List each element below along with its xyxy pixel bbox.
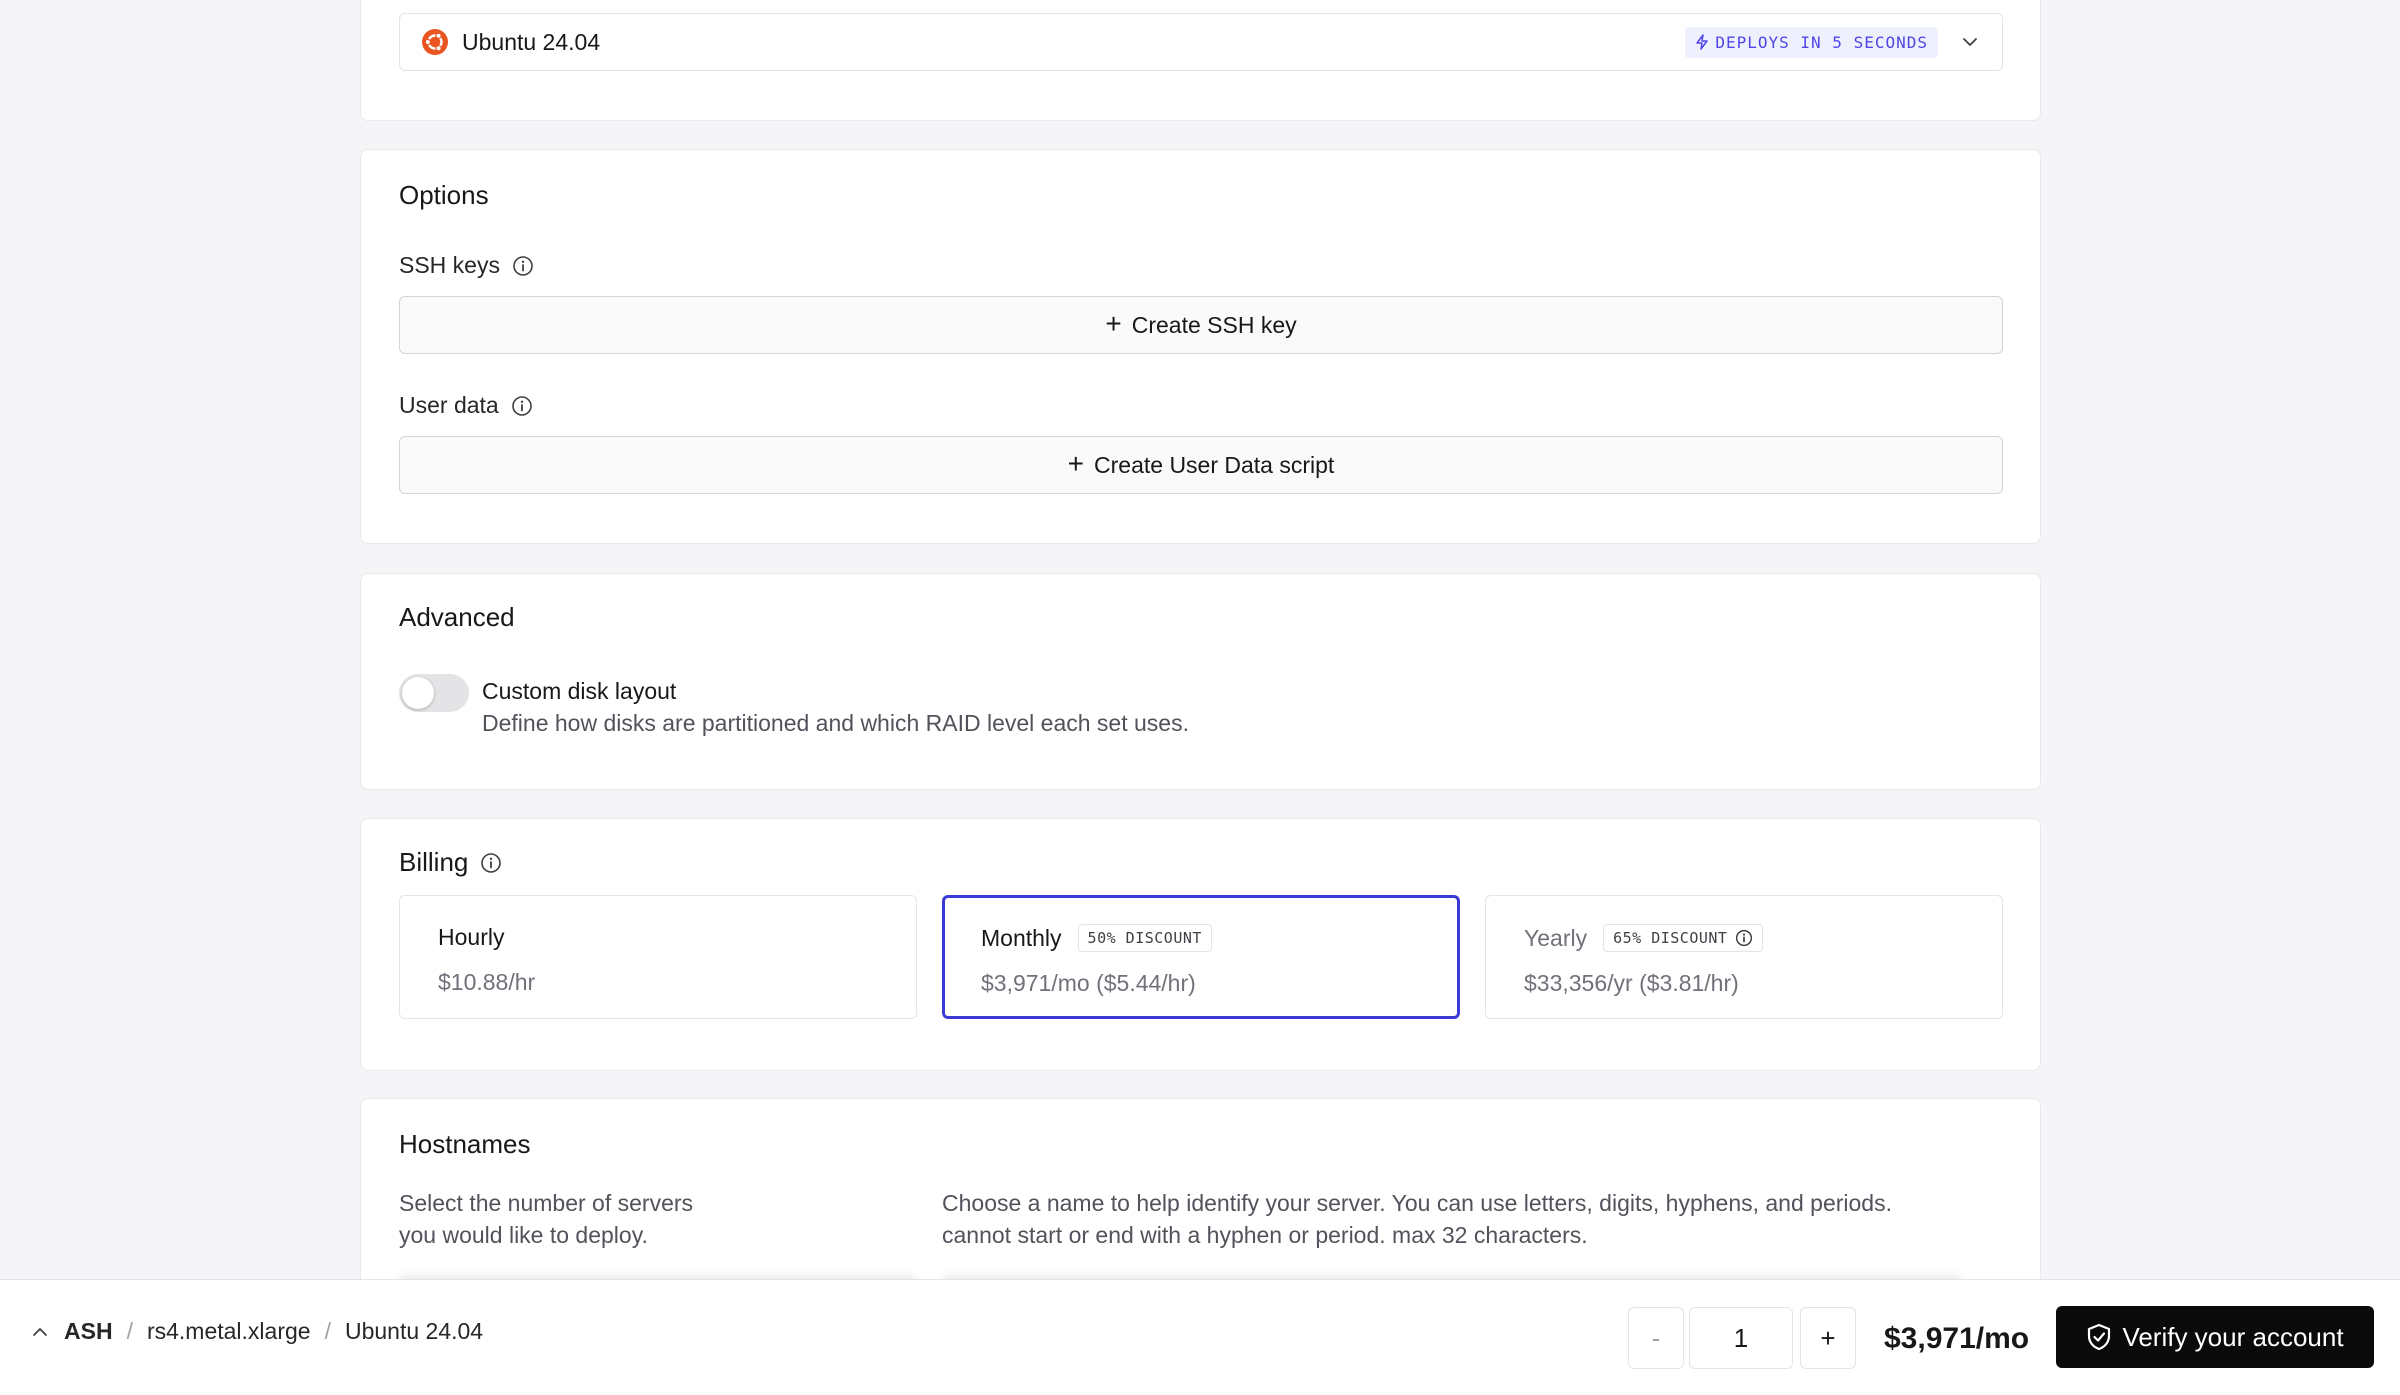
breadcrumb-separator: / bbox=[126, 1318, 133, 1344]
breadcrumb: ASH / rs4.metal.xlarge / Ubuntu 24.04 bbox=[30, 1318, 483, 1345]
info-icon[interactable] bbox=[480, 852, 502, 874]
breadcrumb-os: Ubuntu 24.04 bbox=[344, 1318, 484, 1344]
options-title: Options bbox=[399, 180, 489, 210]
billing-option-yearly[interactable]: Yearly 65% DISCOUNT $33,356/yr ($3.81/hr… bbox=[1485, 895, 2003, 1019]
discount-badge: 50% DISCOUNT bbox=[1077, 924, 1212, 952]
create-ssh-key-button[interactable]: + Create SSH key bbox=[399, 296, 2003, 354]
advanced-card: Advanced Custom disk layout Define how d… bbox=[360, 573, 2041, 790]
billing-title: Billing bbox=[399, 847, 502, 878]
shield-check-icon bbox=[2088, 1323, 2111, 1351]
options-card: Options SSH keys + Create SSH key User d… bbox=[360, 149, 2041, 544]
info-icon[interactable] bbox=[511, 395, 533, 417]
os-card: Ubuntu 24.04 DEPLOYS IN 5 SECONDS bbox=[360, 0, 2041, 121]
billing-option-price: $10.88/hr bbox=[438, 969, 536, 995]
create-user-data-button[interactable]: + Create User Data script bbox=[399, 436, 2003, 494]
billing-option-name: Hourly bbox=[438, 924, 505, 950]
breadcrumb-plan: rs4.metal.xlarge bbox=[146, 1318, 311, 1344]
user-data-label: User data bbox=[399, 392, 533, 419]
breadcrumb-separator: / bbox=[324, 1318, 331, 1344]
billing-card: Billing Hourly $10.88/hr Monthly 50% DIS… bbox=[360, 818, 2041, 1071]
verify-account-button[interactable]: Verify your account bbox=[2056, 1306, 2374, 1368]
billing-option-name: Yearly bbox=[1524, 924, 1588, 951]
billing-option-price: $3,971/mo ($5.44/hr) bbox=[981, 970, 1196, 996]
discount-badge: 65% DISCOUNT bbox=[1603, 924, 1764, 952]
hostname-description: Choose a name to help identify your serv… bbox=[942, 1190, 1892, 1248]
lightning-icon bbox=[1696, 34, 1709, 50]
order-summary-bar: ASH / rs4.metal.xlarge / Ubuntu 24.04 - … bbox=[0, 1279, 2400, 1395]
quantity-increment-button[interactable]: + bbox=[1800, 1307, 1856, 1369]
os-select-value: Ubuntu 24.04 bbox=[462, 28, 601, 55]
custom-disk-layout-label: Custom disk layout bbox=[482, 678, 677, 704]
plus-icon: + bbox=[1067, 447, 1085, 479]
billing-option-hourly[interactable]: Hourly $10.88/hr bbox=[399, 895, 917, 1019]
ssh-keys-label: SSH keys bbox=[399, 252, 534, 279]
billing-option-price: $33,356/yr ($3.81/hr) bbox=[1524, 970, 1739, 996]
deploy-speed-badge: DEPLOYS IN 5 SECONDS bbox=[1685, 26, 1938, 58]
os-select[interactable]: Ubuntu 24.04 DEPLOYS IN 5 SECONDS bbox=[399, 13, 2003, 71]
plus-icon: + bbox=[1105, 307, 1122, 339]
billing-option-name: Monthly bbox=[981, 924, 1062, 951]
toggle-knob bbox=[402, 677, 434, 709]
hostnames-title: Hostnames bbox=[399, 1129, 531, 1159]
advanced-title: Advanced bbox=[399, 602, 515, 632]
chevron-up-icon[interactable] bbox=[30, 1322, 50, 1342]
breadcrumb-region: ASH bbox=[64, 1318, 113, 1344]
quantity-decrement-button[interactable]: - bbox=[1628, 1307, 1684, 1369]
server-count-description: Select the number of servers you would l… bbox=[399, 1190, 694, 1248]
custom-disk-layout-toggle[interactable] bbox=[399, 674, 469, 712]
custom-disk-layout-description: Define how disks are partitioned and whi… bbox=[482, 710, 1189, 736]
chevron-down-icon[interactable] bbox=[1960, 32, 1980, 52]
info-icon[interactable] bbox=[1735, 929, 1753, 947]
info-icon[interactable] bbox=[512, 255, 534, 277]
total-price: $3,971/mo bbox=[1884, 1322, 2030, 1355]
quantity-input[interactable]: 1 bbox=[1689, 1307, 1793, 1369]
ubuntu-logo-icon bbox=[422, 29, 448, 55]
billing-option-monthly[interactable]: Monthly 50% DISCOUNT $3,971/mo ($5.44/hr… bbox=[942, 895, 1460, 1019]
